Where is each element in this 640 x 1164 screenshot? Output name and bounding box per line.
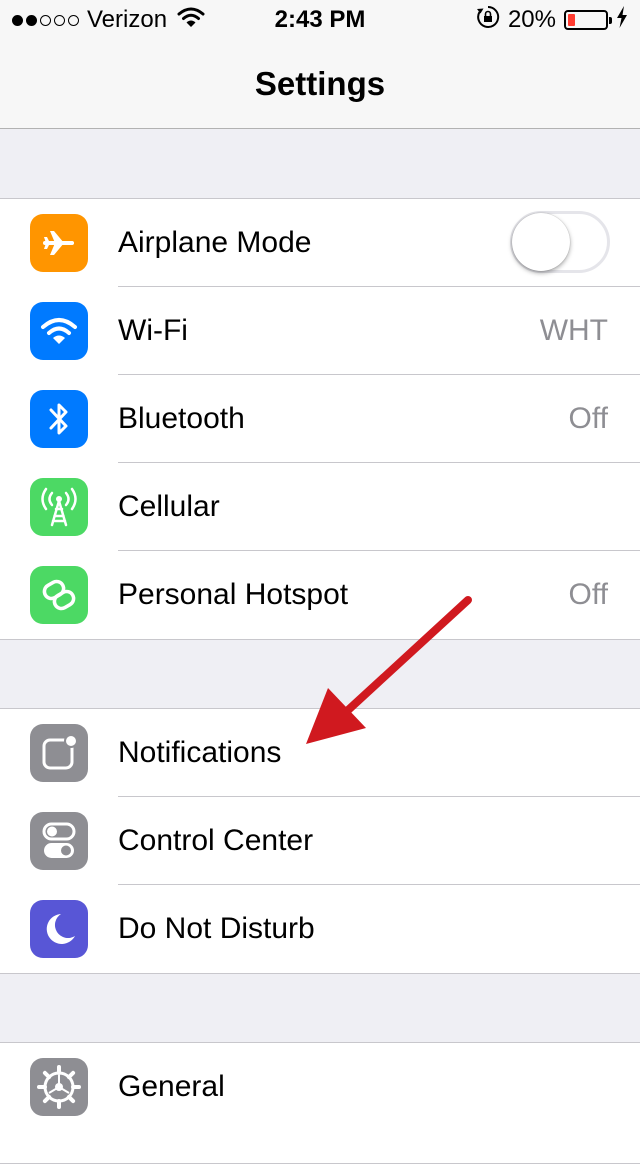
control-center-icon <box>30 812 88 870</box>
moon-icon <box>30 900 88 958</box>
gear-icon <box>30 1058 88 1116</box>
wifi-network-value: WHT <box>539 314 608 347</box>
battery-icon <box>564 10 612 30</box>
settings-row-label: Bluetooth <box>118 402 245 435</box>
navigation-bar: Settings <box>0 40 640 129</box>
settings-group-connectivity: Airplane Mode Wi-Fi WHT Bluetooth Off Ce… <box>0 198 640 640</box>
settings-row-label: Control Center <box>118 824 314 857</box>
settings-row-cellular[interactable]: Cellular <box>0 463 640 551</box>
bluetooth-value: Off <box>568 402 608 435</box>
settings-group-general: General <box>0 1042 640 1164</box>
settings-row-label: Notifications <box>118 736 282 769</box>
battery-percent: 20% <box>507 6 556 33</box>
airplane-mode-toggle[interactable] <box>510 211 610 273</box>
settings-row-control-center[interactable]: Control Center <box>0 797 640 885</box>
settings-row-wifi[interactable]: Wi-Fi WHT <box>0 287 640 375</box>
airplane-icon <box>30 214 88 272</box>
charging-bolt-icon <box>616 5 628 35</box>
page-title: Settings <box>254 65 386 102</box>
settings-row-label: Airplane Mode <box>118 226 312 259</box>
bluetooth-icon <box>30 390 88 448</box>
settings-row-label: Cellular <box>118 490 220 523</box>
settings-row-label: Do Not Disturb <box>118 912 315 945</box>
settings-row-label: Wi-Fi <box>118 314 188 347</box>
rotation-lock-icon <box>476 5 500 36</box>
settings-row-airplane-mode[interactable]: Airplane Mode <box>0 199 640 287</box>
personal-hotspot-value: Off <box>568 578 608 611</box>
settings-row-bluetooth[interactable]: Bluetooth Off <box>0 375 640 463</box>
settings-row-general[interactable]: General <box>0 1043 640 1131</box>
settings-row-do-not-disturb[interactable]: Do Not Disturb <box>0 885 640 973</box>
status-right: 20% <box>476 5 628 36</box>
battery-level-fill <box>568 14 575 26</box>
settings-row-label: General <box>118 1070 225 1103</box>
notifications-icon <box>30 724 88 782</box>
red-arrow-icon <box>306 596 472 744</box>
hotspot-link-icon <box>30 566 88 624</box>
cellular-antenna-icon <box>30 478 88 536</box>
status-bar: Verizon 2:43 PM 20% <box>0 0 640 40</box>
wifi-icon <box>30 302 88 360</box>
toggle-knob[interactable] <box>512 213 570 271</box>
